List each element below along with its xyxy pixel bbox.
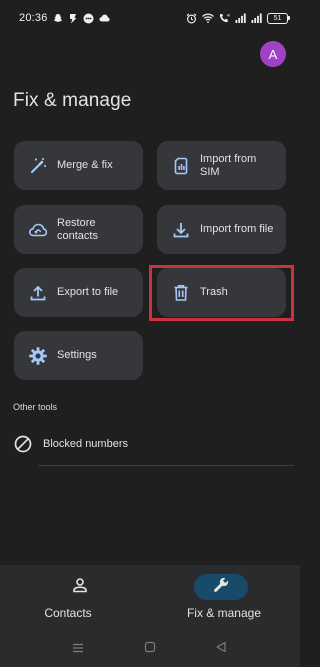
nav-contacts[interactable]: Contacts [0,565,150,630]
restore-contacts-label: Restore contacts [57,216,98,242]
cloud-restore-icon [28,220,48,240]
magic-wand-icon [28,156,48,176]
signal-icon [235,13,246,23]
import-from-file-label: Import from file [200,223,274,235]
upload-icon [28,283,48,303]
person-icon [71,576,89,599]
battery-level: 51 [267,12,288,24]
gear-icon [28,346,48,366]
settings-label: Settings [57,349,97,361]
bottom-navigation: Contacts Fix & manage [0,565,300,630]
export-to-file-button[interactable]: Export to file [14,268,143,317]
import-from-sim-label: Import from SIM [200,152,257,178]
trash-highlight-box [149,265,294,321]
nav-contacts-label: Contacts [44,606,92,620]
divider [38,465,294,466]
nav-fix-manage-pill [194,574,248,600]
status-bar: 20:36 HD 51 [0,0,300,36]
recents-button[interactable] [70,641,86,657]
home-square-icon [144,640,156,658]
sim-card-icon [171,156,191,176]
signal-icon-secondary [251,13,262,23]
system-navigation [0,630,300,667]
home-button[interactable] [142,641,158,657]
nav-fix-manage-label: Fix & manage [186,606,262,620]
download-icon [171,220,191,240]
other-tools-heading: Other tools [13,402,58,412]
wrench-icon [212,576,230,599]
blocked-numbers-label: Blocked numbers [43,438,128,450]
merge-fix-label: Merge & fix [57,159,113,171]
battery-icon: 51 [267,12,290,24]
merge-fix-button[interactable]: Merge & fix [14,141,143,190]
alarm-icon [186,13,197,24]
import-from-sim-button[interactable]: Import from SIM [157,141,286,190]
block-icon [13,434,33,454]
menu-icon [72,640,84,658]
blocked-numbers-item[interactable]: Blocked numbers [0,426,300,462]
restore-contacts-button[interactable]: Restore contacts [14,205,143,254]
chat-bubble-icon [83,13,94,24]
page-title: Fix & manage [13,90,132,111]
export-to-file-label: Export to file [57,286,119,298]
svg-text:HD: HD [227,14,230,18]
avatar[interactable]: A [260,41,286,67]
nav-fix-manage[interactable]: Fix & manage [150,565,300,630]
import-from-file-button[interactable]: Import from file [157,205,286,254]
settings-button[interactable]: Settings [14,331,143,380]
app-notification-icon [68,13,78,24]
nav-contacts-pill [53,574,107,600]
status-time: 20:36 [19,12,48,24]
snapchat-icon [53,13,63,23]
back-button[interactable] [213,641,229,657]
back-triangle-icon [215,640,227,658]
wifi-icon [202,13,214,23]
call-icon: HD [219,13,230,23]
cloud-icon [99,14,110,22]
